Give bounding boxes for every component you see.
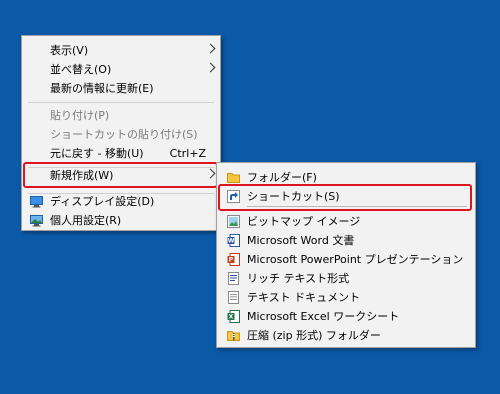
- menu-item-label: 並べ替え(O): [50, 63, 112, 76]
- new-item-highlight-box: [23, 162, 218, 188]
- menu-item-label: 最新の情報に更新(E): [50, 82, 154, 95]
- menu-item-sort[interactable]: 並べ替え(O): [22, 60, 220, 79]
- submenu-item-label: Microsoft Excel ワークシート: [247, 310, 400, 323]
- svg-text:X: X: [229, 314, 234, 321]
- svg-text:P: P: [229, 257, 234, 264]
- submenu-item-text-document[interactable]: テキスト ドキュメント: [217, 288, 475, 307]
- submenu-item-rtf[interactable]: リッチ テキスト形式: [217, 269, 475, 288]
- menu-item-undo-move[interactable]: 元に戻す - 移動(U) Ctrl+Z: [22, 144, 220, 163]
- chevron-right-icon: [205, 62, 216, 73]
- personalize-icon: [30, 214, 43, 227]
- word-icon: W: [227, 234, 240, 247]
- submenu-item-excel[interactable]: X Microsoft Excel ワークシート: [217, 307, 475, 326]
- submenu-item-label: リッチ テキスト形式: [247, 272, 350, 285]
- submenu-item-zip-folder[interactable]: 圧縮 (zip 形式) フォルダー: [217, 326, 475, 345]
- menu-item-view[interactable]: 表示(V): [22, 41, 220, 60]
- excel-icon: X: [227, 310, 240, 323]
- menu-item-display-settings[interactable]: ディスプレイ設定(D): [22, 192, 220, 211]
- folder-icon: [227, 171, 240, 184]
- menu-item-paste[interactable]: 貼り付け(P): [22, 106, 220, 125]
- menu-item-label: 貼り付け(P): [50, 109, 110, 122]
- menu-item-label: ディスプレイ設定(D): [50, 195, 155, 208]
- rtf-icon: [227, 272, 240, 285]
- menu-item-personalize[interactable]: 個人用設定(R): [22, 211, 220, 230]
- display-settings-icon: [30, 195, 43, 208]
- submenu-item-label: Microsoft PowerPoint プレゼンテーション: [247, 253, 464, 266]
- desktop-context-menu: 表示(V) 並べ替え(O) 最新の情報に更新(E) 貼り付け(P) ショートカッ…: [21, 35, 221, 231]
- menu-item-label: 元に戻す - 移動(U): [50, 147, 144, 160]
- text-document-icon: [227, 291, 240, 304]
- submenu-item-label: テキスト ドキュメント: [247, 291, 361, 304]
- chevron-right-icon: [205, 43, 216, 54]
- menu-item-label: 表示(V): [50, 44, 89, 57]
- submenu-item-label: ビットマップ イメージ: [247, 215, 361, 228]
- menu-item-paste-shortcut[interactable]: ショートカットの貼り付け(S): [22, 125, 220, 144]
- submenu-item-powerpoint[interactable]: P Microsoft PowerPoint プレゼンテーション: [217, 250, 475, 269]
- submenu-item-label: Microsoft Word 文書: [247, 234, 355, 247]
- svg-text:W: W: [228, 238, 235, 245]
- menu-item-shortcut: Ctrl+Z: [169, 147, 206, 160]
- bitmap-icon: [227, 215, 240, 228]
- menu-item-label: 個人用設定(R): [50, 214, 122, 227]
- new-submenu: フォルダー(F) ショートカット(S) ビットマップ イメージ W Micros…: [216, 162, 476, 348]
- menu-item-refresh[interactable]: 最新の情報に更新(E): [22, 79, 220, 98]
- submenu-separator: [247, 206, 467, 207]
- zip-folder-icon: [227, 329, 240, 342]
- submenu-item-bitmap[interactable]: ビットマップ イメージ: [217, 212, 475, 231]
- menu-item-label: ショートカットの貼り付け(S): [50, 128, 198, 141]
- powerpoint-icon: P: [227, 253, 240, 266]
- submenu-item-word[interactable]: W Microsoft Word 文書: [217, 231, 475, 250]
- submenu-item-label: 圧縮 (zip 形式) フォルダー: [247, 329, 381, 342]
- menu-separator: [28, 102, 214, 103]
